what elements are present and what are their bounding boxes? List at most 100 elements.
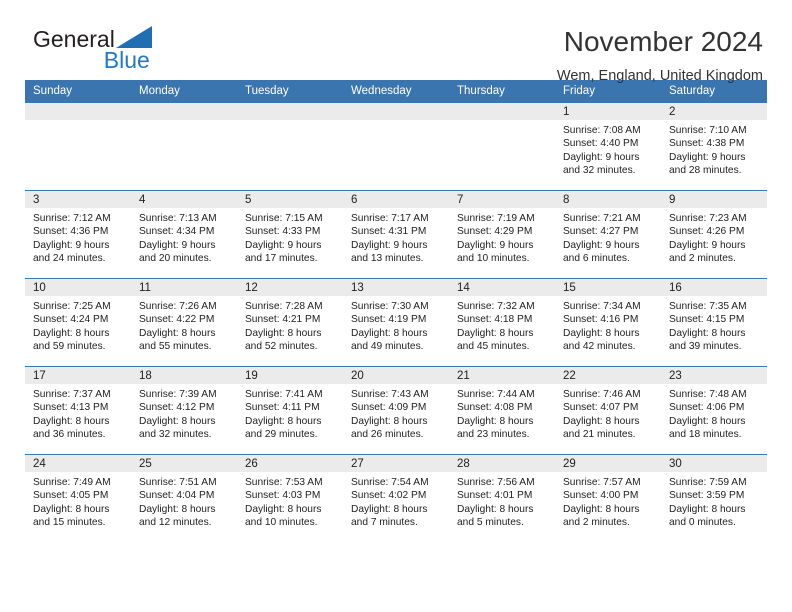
sunrise-text: Sunrise: 7:49 AM <box>33 477 111 488</box>
calendar-table: Sunday Monday Tuesday Wednesday Thursday… <box>25 80 767 542</box>
day-number <box>237 103 343 120</box>
calendar-day-cell[interactable]: 7 Sunrise: 7:19 AM Sunset: 4:29 PM Daylight… <box>449 190 555 279</box>
calendar-day-cell[interactable]: 6 Sunrise: 7:17 AM Sunset: 4:31 PM Daylight… <box>343 190 449 279</box>
sunrise-text: Sunrise: 7:54 AM <box>351 477 429 488</box>
day-number: 1 <box>555 103 661 120</box>
calendar-day-cell[interactable]: 17 Sunrise: 7:37 AM Sunset: 4:13 PM Dayligh… <box>25 366 131 455</box>
calendar-day-cell[interactable]: 25 Sunrise: 7:51 AM Sunset: 4:04 PM Dayligh… <box>131 454 237 542</box>
calendar-week-row: 24 Sunrise: 7:49 AM Sunset: 4:05 PM Dayligh… <box>25 454 767 542</box>
sunset-text: Sunset: 4:31 PM <box>351 226 427 238</box>
general-blue-logo[interactable]: General Blue <box>25 26 152 72</box>
day-number: 25 <box>131 455 237 472</box>
day-number: 21 <box>449 367 555 384</box>
day-number: 9 <box>661 191 767 208</box>
calendar-day-cell-empty <box>237 102 343 191</box>
calendar-day-cell[interactable]: 15 Sunrise: 7:34 AM Sunset: 4:16 PM Dayligh… <box>555 278 661 367</box>
daylight-text: Daylight: 8 hours and 42 minutes. <box>563 327 640 353</box>
calendar-day-cell[interactable]: 10 Sunrise: 7:25 AM Sunset: 4:24 PM Dayligh… <box>25 278 131 367</box>
day-details: Sunrise: 7:21 AM Sunset: 4:27 PM Daylight:… <box>555 208 661 266</box>
day-number: 17 <box>25 367 131 384</box>
sunrise-text: Sunrise: 7:19 AM <box>457 213 535 224</box>
day-number: 6 <box>343 191 449 208</box>
calendar-day-cell[interactable]: 29 Sunrise: 7:57 AM Sunset: 4:00 PM Dayligh… <box>555 454 661 542</box>
calendar-day-cell[interactable]: 2 Sunrise: 7:10 AM Sunset: 4:38 PM Daylight… <box>661 102 767 191</box>
calendar-day-cell[interactable]: 8 Sunrise: 7:21 AM Sunset: 4:27 PM Daylight… <box>555 190 661 279</box>
calendar-day-cell[interactable]: 30 Sunrise: 7:59 AM Sunset: 3:59 PM Dayligh… <box>661 454 767 542</box>
day-details: Sunrise: 7:54 AM Sunset: 4:02 PM Daylight:… <box>343 472 449 530</box>
sunset-text: Sunset: 4:33 PM <box>245 226 321 238</box>
day-details: Sunrise: 7:19 AM Sunset: 4:29 PM Daylight:… <box>449 208 555 266</box>
sunrise-text: Sunrise: 7:59 AM <box>669 477 747 488</box>
day-number: 30 <box>661 455 767 472</box>
day-number: 7 <box>449 191 555 208</box>
daylight-text: Daylight: 8 hours and 21 minutes. <box>563 415 640 441</box>
day-details: Sunrise: 7:30 AM Sunset: 4:19 PM Daylight:… <box>343 296 449 354</box>
day-number: 28 <box>449 455 555 472</box>
daylight-text: Daylight: 8 hours and 15 minutes. <box>33 503 110 529</box>
day-number <box>343 103 449 120</box>
calendar-day-cell[interactable]: 18 Sunrise: 7:39 AM Sunset: 4:12 PM Dayligh… <box>131 366 237 455</box>
calendar-day-cell[interactable]: 23 Sunrise: 7:48 AM Sunset: 4:06 PM Dayligh… <box>661 366 767 455</box>
calendar-day-cell[interactable]: 5 Sunrise: 7:15 AM Sunset: 4:33 PM Daylight… <box>237 190 343 279</box>
day-details: Sunrise: 7:37 AM Sunset: 4:13 PM Daylight:… <box>25 384 131 442</box>
day-details: Sunrise: 7:26 AM Sunset: 4:22 PM Daylight:… <box>131 296 237 354</box>
daylight-text: Daylight: 8 hours and 18 minutes. <box>669 415 746 441</box>
day-details: Sunrise: 7:12 AM Sunset: 4:36 PM Daylight:… <box>25 208 131 266</box>
calendar-day-cell[interactable]: 3 Sunrise: 7:12 AM Sunset: 4:36 PM Daylight… <box>25 190 131 279</box>
calendar-day-cell[interactable]: 12 Sunrise: 7:28 AM Sunset: 4:21 PM Dayligh… <box>237 278 343 367</box>
calendar-day-cell-empty <box>25 102 131 191</box>
day-details: Sunrise: 7:39 AM Sunset: 4:12 PM Daylight:… <box>131 384 237 442</box>
daylight-text: Daylight: 8 hours and 26 minutes. <box>351 415 428 441</box>
day-details: Sunrise: 7:44 AM Sunset: 4:08 PM Daylight:… <box>449 384 555 442</box>
calendar-day-cell[interactable]: 20 Sunrise: 7:43 AM Sunset: 4:09 PM Dayligh… <box>343 366 449 455</box>
calendar-day-cell[interactable]: 26 Sunrise: 7:53 AM Sunset: 4:03 PM Dayligh… <box>237 454 343 542</box>
daylight-text: Daylight: 8 hours and 0 minutes. <box>669 503 746 529</box>
day-details: Sunrise: 7:56 AM Sunset: 4:01 PM Daylight:… <box>449 472 555 530</box>
calendar-week-row: 1 Sunrise: 7:08 AM Sunset: 4:40 PM Daylight… <box>25 102 767 191</box>
calendar-day-cell[interactable]: 4 Sunrise: 7:13 AM Sunset: 4:34 PM Daylight… <box>131 190 237 279</box>
sunset-text: Sunset: 4:26 PM <box>669 226 745 238</box>
daylight-text: Daylight: 8 hours and 5 minutes. <box>457 503 534 529</box>
sunrise-text: Sunrise: 7:46 AM <box>563 389 641 400</box>
calendar-day-cell[interactable]: 11 Sunrise: 7:26 AM Sunset: 4:22 PM Dayligh… <box>131 278 237 367</box>
sunset-text: Sunset: 4:18 PM <box>457 314 533 326</box>
day-details: Sunrise: 7:28 AM Sunset: 4:21 PM Daylight:… <box>237 296 343 354</box>
daylight-text: Daylight: 8 hours and 52 minutes. <box>245 327 322 353</box>
calendar-day-cell[interactable]: 28 Sunrise: 7:56 AM Sunset: 4:01 PM Dayligh… <box>449 454 555 542</box>
calendar-week-row: 10 Sunrise: 7:25 AM Sunset: 4:24 PM Dayligh… <box>25 278 767 367</box>
logo-text-general: General <box>33 26 115 52</box>
calendar-day-cell[interactable]: 27 Sunrise: 7:54 AM Sunset: 4:02 PM Dayligh… <box>343 454 449 542</box>
sunset-text: Sunset: 4:29 PM <box>457 226 533 238</box>
sunrise-text: Sunrise: 7:10 AM <box>669 125 747 136</box>
daylight-text: Daylight: 9 hours and 24 minutes. <box>33 239 110 265</box>
sunrise-text: Sunrise: 7:17 AM <box>351 213 429 224</box>
sunrise-text: Sunrise: 7:08 AM <box>563 125 641 136</box>
sunrise-text: Sunrise: 7:43 AM <box>351 389 429 400</box>
weekday-header-sunday: Sunday <box>25 80 131 103</box>
daylight-text: Daylight: 8 hours and 32 minutes. <box>139 415 216 441</box>
daylight-text: Daylight: 8 hours and 29 minutes. <box>245 415 322 441</box>
calendar-day-cell[interactable]: 1 Sunrise: 7:08 AM Sunset: 4:40 PM Daylight… <box>555 102 661 191</box>
daylight-text: Daylight: 8 hours and 39 minutes. <box>669 327 746 353</box>
daylight-text: Daylight: 8 hours and 59 minutes. <box>33 327 110 353</box>
calendar-day-cell-empty <box>131 102 237 191</box>
calendar-day-cell[interactable]: 9 Sunrise: 7:23 AM Sunset: 4:26 PM Daylight… <box>661 190 767 279</box>
calendar-day-cell[interactable]: 24 Sunrise: 7:49 AM Sunset: 4:05 PM Dayligh… <box>25 454 131 542</box>
calendar-day-cell[interactable]: 21 Sunrise: 7:44 AM Sunset: 4:08 PM Dayligh… <box>449 366 555 455</box>
sunset-text: Sunset: 4:03 PM <box>245 490 321 502</box>
sunrise-text: Sunrise: 7:23 AM <box>669 213 747 224</box>
daylight-text: Daylight: 8 hours and 45 minutes. <box>457 327 534 353</box>
calendar-day-cell[interactable]: 22 Sunrise: 7:46 AM Sunset: 4:07 PM Dayligh… <box>555 366 661 455</box>
calendar-day-cell[interactable]: 19 Sunrise: 7:41 AM Sunset: 4:11 PM Dayligh… <box>237 366 343 455</box>
sunrise-text: Sunrise: 7:37 AM <box>33 389 111 400</box>
sunrise-text: Sunrise: 7:26 AM <box>139 301 217 312</box>
calendar-day-cell[interactable]: 14 Sunrise: 7:32 AM Sunset: 4:18 PM Dayligh… <box>449 278 555 367</box>
calendar-day-cell[interactable]: 13 Sunrise: 7:30 AM Sunset: 4:19 PM Dayligh… <box>343 278 449 367</box>
day-details: Sunrise: 7:10 AM Sunset: 4:38 PM Daylight:… <box>661 120 767 178</box>
calendar-day-cell[interactable]: 16 Sunrise: 7:35 AM Sunset: 4:15 PM Dayligh… <box>661 278 767 367</box>
sunset-text: Sunset: 4:01 PM <box>457 490 533 502</box>
day-number: 13 <box>343 279 449 296</box>
sunrise-text: Sunrise: 7:56 AM <box>457 477 535 488</box>
sunrise-text: Sunrise: 7:34 AM <box>563 301 641 312</box>
sunrise-text: Sunrise: 7:32 AM <box>457 301 535 312</box>
